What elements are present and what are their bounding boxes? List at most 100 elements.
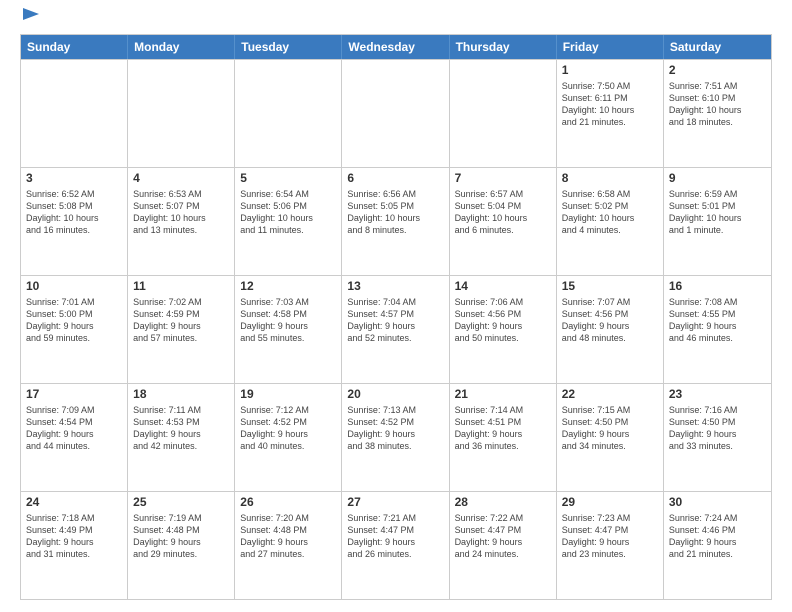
day-info: Sunrise: 7:20 AM Sunset: 4:48 PM Dayligh… xyxy=(240,512,336,561)
logo xyxy=(20,16,39,26)
day-cell-16: 16Sunrise: 7:08 AM Sunset: 4:55 PM Dayli… xyxy=(664,276,771,383)
day-cell-12: 12Sunrise: 7:03 AM Sunset: 4:58 PM Dayli… xyxy=(235,276,342,383)
header xyxy=(20,16,772,26)
day-number: 3 xyxy=(26,171,122,187)
day-number: 19 xyxy=(240,387,336,403)
day-cell-25: 25Sunrise: 7:19 AM Sunset: 4:48 PM Dayli… xyxy=(128,492,235,599)
day-cell-27: 27Sunrise: 7:21 AM Sunset: 4:47 PM Dayli… xyxy=(342,492,449,599)
day-info: Sunrise: 6:54 AM Sunset: 5:06 PM Dayligh… xyxy=(240,188,336,237)
day-cell-29: 29Sunrise: 7:23 AM Sunset: 4:47 PM Dayli… xyxy=(557,492,664,599)
day-number: 28 xyxy=(455,495,551,511)
day-info: Sunrise: 7:09 AM Sunset: 4:54 PM Dayligh… xyxy=(26,404,122,453)
week-row-0: 1Sunrise: 7:50 AM Sunset: 6:11 PM Daylig… xyxy=(21,59,771,167)
day-cell-20: 20Sunrise: 7:13 AM Sunset: 4:52 PM Dayli… xyxy=(342,384,449,491)
day-header-sunday: Sunday xyxy=(21,35,128,59)
day-info: Sunrise: 6:53 AM Sunset: 5:07 PM Dayligh… xyxy=(133,188,229,237)
day-number: 26 xyxy=(240,495,336,511)
day-info: Sunrise: 6:52 AM Sunset: 5:08 PM Dayligh… xyxy=(26,188,122,237)
day-cell-15: 15Sunrise: 7:07 AM Sunset: 4:56 PM Dayli… xyxy=(557,276,664,383)
day-info: Sunrise: 7:15 AM Sunset: 4:50 PM Dayligh… xyxy=(562,404,658,453)
calendar: SundayMondayTuesdayWednesdayThursdayFrid… xyxy=(20,34,772,600)
day-cell-14: 14Sunrise: 7:06 AM Sunset: 4:56 PM Dayli… xyxy=(450,276,557,383)
day-cell-18: 18Sunrise: 7:11 AM Sunset: 4:53 PM Dayli… xyxy=(128,384,235,491)
week-row-4: 24Sunrise: 7:18 AM Sunset: 4:49 PM Dayli… xyxy=(21,491,771,599)
day-info: Sunrise: 6:59 AM Sunset: 5:01 PM Dayligh… xyxy=(669,188,766,237)
day-number: 13 xyxy=(347,279,443,295)
day-cell-23: 23Sunrise: 7:16 AM Sunset: 4:50 PM Dayli… xyxy=(664,384,771,491)
day-number: 8 xyxy=(562,171,658,187)
day-header-tuesday: Tuesday xyxy=(235,35,342,59)
week-row-1: 3Sunrise: 6:52 AM Sunset: 5:08 PM Daylig… xyxy=(21,167,771,275)
day-number: 20 xyxy=(347,387,443,403)
calendar-body: 1Sunrise: 7:50 AM Sunset: 6:11 PM Daylig… xyxy=(21,59,771,599)
day-number: 17 xyxy=(26,387,122,403)
day-info: Sunrise: 7:22 AM Sunset: 4:47 PM Dayligh… xyxy=(455,512,551,561)
day-number: 29 xyxy=(562,495,658,511)
day-info: Sunrise: 7:19 AM Sunset: 4:48 PM Dayligh… xyxy=(133,512,229,561)
empty-cell xyxy=(342,60,449,167)
day-cell-17: 17Sunrise: 7:09 AM Sunset: 4:54 PM Dayli… xyxy=(21,384,128,491)
day-cell-28: 28Sunrise: 7:22 AM Sunset: 4:47 PM Dayli… xyxy=(450,492,557,599)
day-number: 24 xyxy=(26,495,122,511)
day-info: Sunrise: 7:13 AM Sunset: 4:52 PM Dayligh… xyxy=(347,404,443,453)
day-header-saturday: Saturday xyxy=(664,35,771,59)
day-number: 12 xyxy=(240,279,336,295)
day-number: 6 xyxy=(347,171,443,187)
day-number: 5 xyxy=(240,171,336,187)
day-info: Sunrise: 7:24 AM Sunset: 4:46 PM Dayligh… xyxy=(669,512,766,561)
day-number: 2 xyxy=(669,63,766,79)
day-info: Sunrise: 7:03 AM Sunset: 4:58 PM Dayligh… xyxy=(240,296,336,345)
day-header-friday: Friday xyxy=(557,35,664,59)
day-number: 11 xyxy=(133,279,229,295)
empty-cell xyxy=(21,60,128,167)
page: SundayMondayTuesdayWednesdayThursdayFrid… xyxy=(0,0,792,612)
day-info: Sunrise: 7:06 AM Sunset: 4:56 PM Dayligh… xyxy=(455,296,551,345)
day-cell-2: 2Sunrise: 7:51 AM Sunset: 6:10 PM Daylig… xyxy=(664,60,771,167)
day-cell-22: 22Sunrise: 7:15 AM Sunset: 4:50 PM Dayli… xyxy=(557,384,664,491)
day-info: Sunrise: 7:08 AM Sunset: 4:55 PM Dayligh… xyxy=(669,296,766,345)
day-number: 9 xyxy=(669,171,766,187)
day-cell-3: 3Sunrise: 6:52 AM Sunset: 5:08 PM Daylig… xyxy=(21,168,128,275)
calendar-header: SundayMondayTuesdayWednesdayThursdayFrid… xyxy=(21,35,771,59)
day-number: 25 xyxy=(133,495,229,511)
day-info: Sunrise: 6:57 AM Sunset: 5:04 PM Dayligh… xyxy=(455,188,551,237)
day-cell-5: 5Sunrise: 6:54 AM Sunset: 5:06 PM Daylig… xyxy=(235,168,342,275)
day-number: 16 xyxy=(669,279,766,295)
day-number: 7 xyxy=(455,171,551,187)
day-number: 18 xyxy=(133,387,229,403)
day-cell-8: 8Sunrise: 6:58 AM Sunset: 5:02 PM Daylig… xyxy=(557,168,664,275)
day-info: Sunrise: 6:58 AM Sunset: 5:02 PM Dayligh… xyxy=(562,188,658,237)
empty-cell xyxy=(128,60,235,167)
day-number: 1 xyxy=(562,63,658,79)
day-cell-24: 24Sunrise: 7:18 AM Sunset: 4:49 PM Dayli… xyxy=(21,492,128,599)
day-number: 23 xyxy=(669,387,766,403)
day-header-wednesday: Wednesday xyxy=(342,35,449,59)
day-info: Sunrise: 7:14 AM Sunset: 4:51 PM Dayligh… xyxy=(455,404,551,453)
day-cell-7: 7Sunrise: 6:57 AM Sunset: 5:04 PM Daylig… xyxy=(450,168,557,275)
day-cell-4: 4Sunrise: 6:53 AM Sunset: 5:07 PM Daylig… xyxy=(128,168,235,275)
day-info: Sunrise: 7:18 AM Sunset: 4:49 PM Dayligh… xyxy=(26,512,122,561)
empty-cell xyxy=(235,60,342,167)
day-number: 15 xyxy=(562,279,658,295)
day-cell-11: 11Sunrise: 7:02 AM Sunset: 4:59 PM Dayli… xyxy=(128,276,235,383)
day-info: Sunrise: 7:23 AM Sunset: 4:47 PM Dayligh… xyxy=(562,512,658,561)
day-cell-30: 30Sunrise: 7:24 AM Sunset: 4:46 PM Dayli… xyxy=(664,492,771,599)
day-info: Sunrise: 7:01 AM Sunset: 5:00 PM Dayligh… xyxy=(26,296,122,345)
day-info: Sunrise: 7:16 AM Sunset: 4:50 PM Dayligh… xyxy=(669,404,766,453)
day-number: 14 xyxy=(455,279,551,295)
empty-cell xyxy=(450,60,557,167)
day-number: 10 xyxy=(26,279,122,295)
day-number: 30 xyxy=(669,495,766,511)
day-info: Sunrise: 7:51 AM Sunset: 6:10 PM Dayligh… xyxy=(669,80,766,129)
week-row-3: 17Sunrise: 7:09 AM Sunset: 4:54 PM Dayli… xyxy=(21,383,771,491)
logo-icon xyxy=(23,8,39,26)
day-cell-10: 10Sunrise: 7:01 AM Sunset: 5:00 PM Dayli… xyxy=(21,276,128,383)
day-cell-1: 1Sunrise: 7:50 AM Sunset: 6:11 PM Daylig… xyxy=(557,60,664,167)
day-header-thursday: Thursday xyxy=(450,35,557,59)
week-row-2: 10Sunrise: 7:01 AM Sunset: 5:00 PM Dayli… xyxy=(21,275,771,383)
day-info: Sunrise: 7:12 AM Sunset: 4:52 PM Dayligh… xyxy=(240,404,336,453)
day-cell-6: 6Sunrise: 6:56 AM Sunset: 5:05 PM Daylig… xyxy=(342,168,449,275)
day-number: 27 xyxy=(347,495,443,511)
day-info: Sunrise: 7:02 AM Sunset: 4:59 PM Dayligh… xyxy=(133,296,229,345)
day-info: Sunrise: 7:11 AM Sunset: 4:53 PM Dayligh… xyxy=(133,404,229,453)
